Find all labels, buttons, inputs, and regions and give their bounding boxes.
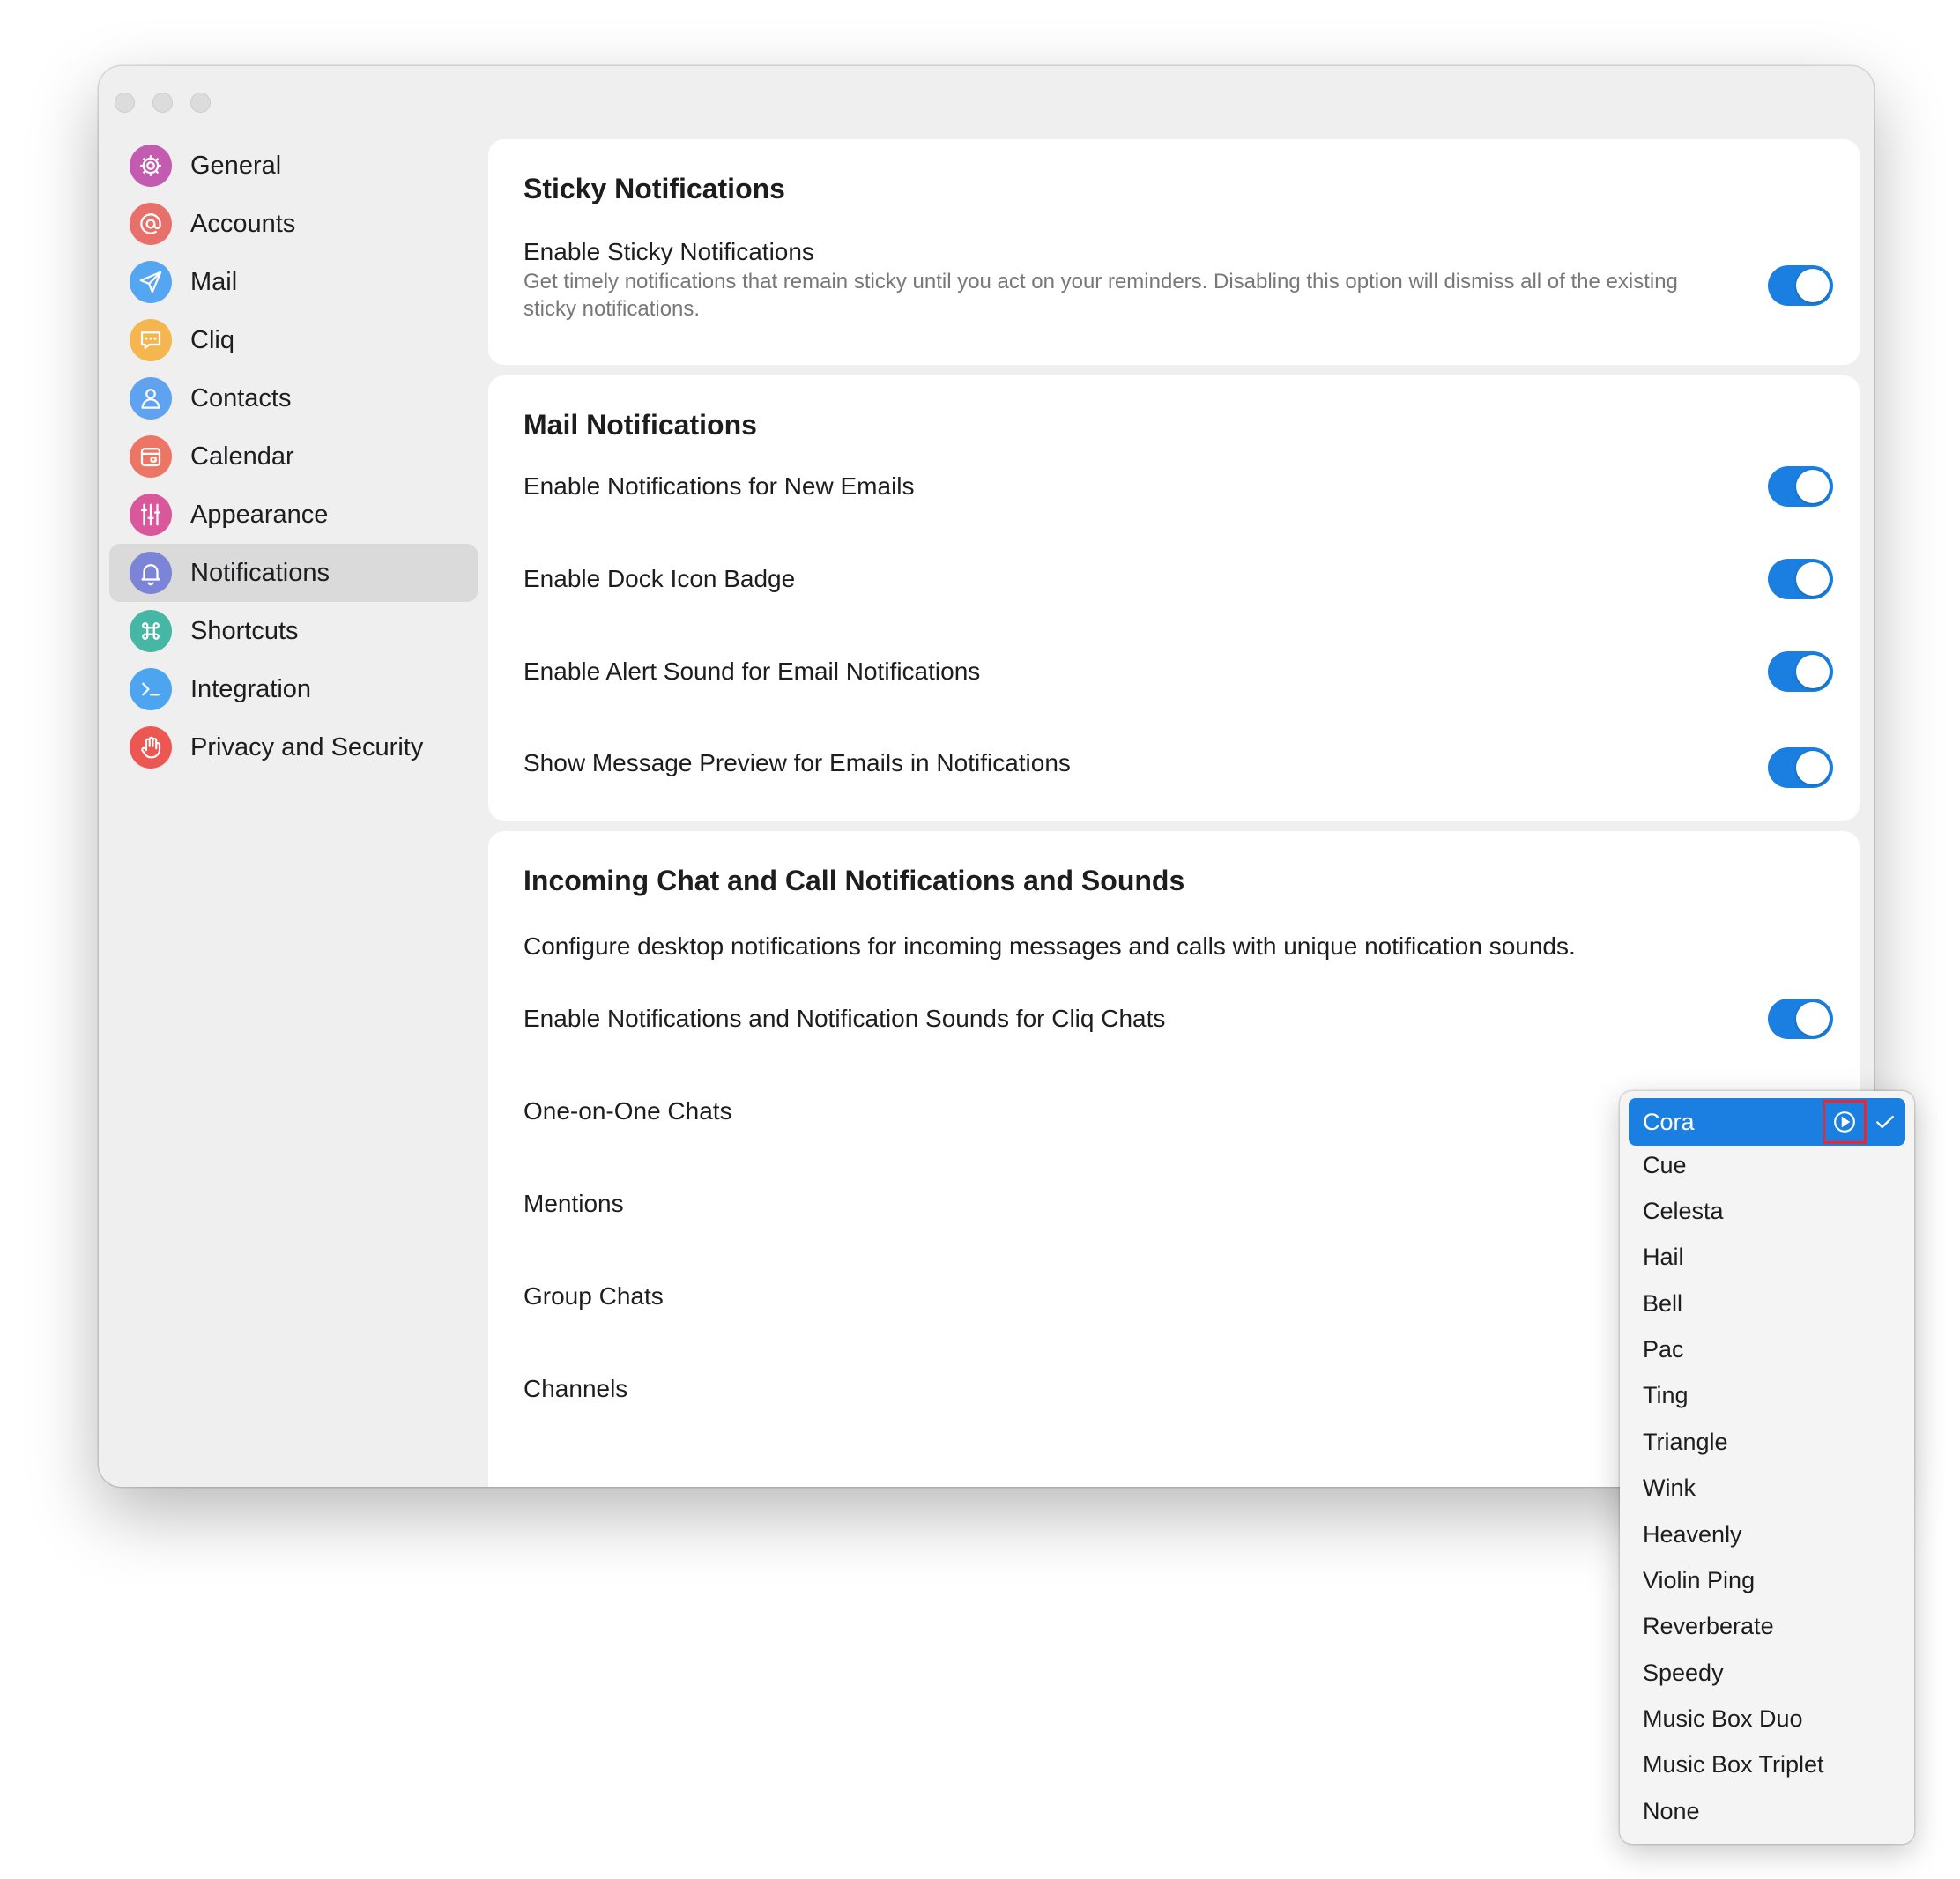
play-circle-icon <box>1834 1111 1855 1133</box>
sidebar-item-label: Appearance <box>190 500 329 529</box>
command-icon <box>130 610 172 652</box>
sliders-icon <box>130 494 172 536</box>
sound-option[interactable]: Wink <box>1643 1474 1696 1502</box>
at-icon <box>130 203 172 245</box>
calendar-icon <box>130 435 172 478</box>
sound-option[interactable]: Music Box Duo <box>1643 1705 1803 1733</box>
mentions-label: Mentions <box>523 1190 624 1217</box>
cliq-chat-notifications-toggle[interactable] <box>1768 999 1833 1039</box>
zoom-window-button[interactable] <box>190 93 211 113</box>
sound-option[interactable]: Music Box Triplet <box>1643 1751 1824 1779</box>
bell-icon <box>130 552 172 594</box>
channels-label: Channels <box>523 1375 628 1402</box>
sidebar-item-contacts[interactable]: Contacts <box>109 369 478 427</box>
sidebar-item-accounts[interactable]: Accounts <box>109 195 478 253</box>
dock-icon-badge-label: Enable Dock Icon Badge <box>523 565 796 592</box>
dock-icon-badge-toggle[interactable] <box>1768 559 1833 599</box>
close-window-button[interactable] <box>115 93 135 113</box>
sidebar-item-general[interactable]: General <box>109 137 478 195</box>
sidebar-item-label: Integration <box>190 674 312 703</box>
message-preview-label: Show Message Preview for Emails in Notif… <box>523 749 1071 776</box>
sticky-notifications-toggle[interactable] <box>1768 265 1833 306</box>
sidebar-item-calendar[interactable]: Calendar <box>109 427 478 486</box>
hand-icon <box>130 726 172 769</box>
minimize-window-button[interactable] <box>152 93 173 113</box>
alert-sound-label: Enable Alert Sound for Email Notificatio… <box>523 657 981 685</box>
sidebar-item-label: General <box>190 151 282 180</box>
mail-notifications-card: Mail Notifications Enable Notifications … <box>488 375 1860 821</box>
paper-plane-icon <box>130 261 172 303</box>
sound-option[interactable]: None <box>1643 1798 1700 1825</box>
section-title: Mail Notifications <box>523 409 757 441</box>
sound-option[interactable]: Celesta <box>1643 1198 1724 1225</box>
notification-sound-menu: Cora Cue Celesta Hail Bell Pac Ting Tria… <box>1620 1091 1914 1844</box>
sound-option[interactable]: Hail <box>1643 1244 1684 1271</box>
sidebar-item-label: Notifications <box>190 558 330 587</box>
chat-bubble-icon <box>130 319 172 361</box>
chat-notifications-description: Configure desktop notifications for inco… <box>523 932 1576 960</box>
play-sound-button[interactable] <box>1823 1100 1867 1144</box>
sound-option[interactable]: Bell <box>1643 1290 1682 1318</box>
sound-option[interactable]: Triangle <box>1643 1429 1728 1456</box>
sidebar-item-shortcuts[interactable]: Shortcuts <box>109 602 478 660</box>
checkmark-icon <box>1876 1115 1894 1129</box>
enable-sticky-notifications-label: Enable Sticky Notifications <box>523 238 814 265</box>
sidebar-item-label: Calendar <box>190 442 294 471</box>
sidebar: General Accounts Mail Cliq Contacts Cale… <box>109 137 478 776</box>
person-icon <box>130 377 172 420</box>
sidebar-item-cliq[interactable]: Cliq <box>109 311 478 369</box>
new-emails-notifications-toggle[interactable] <box>1768 466 1833 507</box>
section-title: Sticky Notifications <box>523 173 785 204</box>
message-preview-toggle[interactable] <box>1768 747 1833 788</box>
sound-option[interactable]: Ting <box>1643 1382 1689 1409</box>
sidebar-item-integration[interactable]: Integration <box>109 660 478 718</box>
cliq-chat-notifications-label: Enable Notifications and Notification So… <box>523 1005 1166 1032</box>
one-on-one-chats-label: One-on-One Chats <box>523 1097 732 1125</box>
sidebar-item-label: Privacy and Security <box>190 732 424 761</box>
sidebar-item-label: Contacts <box>190 383 292 412</box>
alert-sound-toggle[interactable] <box>1768 651 1833 692</box>
sticky-notifications-card: Sticky Notifications Enable Sticky Notif… <box>488 139 1860 365</box>
sound-option[interactable]: Pac <box>1643 1336 1684 1363</box>
gear-icon <box>130 145 172 187</box>
sound-option[interactable]: Violin Ping <box>1643 1567 1755 1594</box>
sound-option[interactable]: Speedy <box>1643 1660 1724 1687</box>
section-title: Incoming Chat and Call Notifications and… <box>523 865 1185 896</box>
sidebar-item-label: Accounts <box>190 209 296 238</box>
enable-sticky-notifications-description: Get timely notifications that remain sti… <box>523 270 1678 321</box>
new-emails-notifications-label: Enable Notifications for New Emails <box>523 472 915 500</box>
preferences-window: General Accounts Mail Cliq Contacts Cale… <box>99 66 1874 1487</box>
sidebar-item-privacy-and-security[interactable]: Privacy and Security <box>109 718 478 776</box>
group-chats-label: Group Chats <box>523 1282 664 1310</box>
sidebar-item-appearance[interactable]: Appearance <box>109 486 478 544</box>
sound-option[interactable]: Reverberate <box>1643 1613 1774 1640</box>
sound-option-selected[interactable]: Cora <box>1629 1098 1905 1146</box>
sound-option[interactable]: Heavenly <box>1643 1521 1742 1549</box>
sidebar-item-mail[interactable]: Mail <box>109 253 478 311</box>
sidebar-item-notifications[interactable]: Notifications <box>109 544 478 602</box>
sidebar-item-label: Cliq <box>190 325 234 354</box>
selected-sound-label: Cora <box>1643 1109 1695 1135</box>
sound-option[interactable]: Cue <box>1643 1152 1687 1179</box>
sidebar-item-label: Mail <box>190 267 238 296</box>
sidebar-item-label: Shortcuts <box>190 616 299 645</box>
terminal-icon <box>130 668 172 710</box>
